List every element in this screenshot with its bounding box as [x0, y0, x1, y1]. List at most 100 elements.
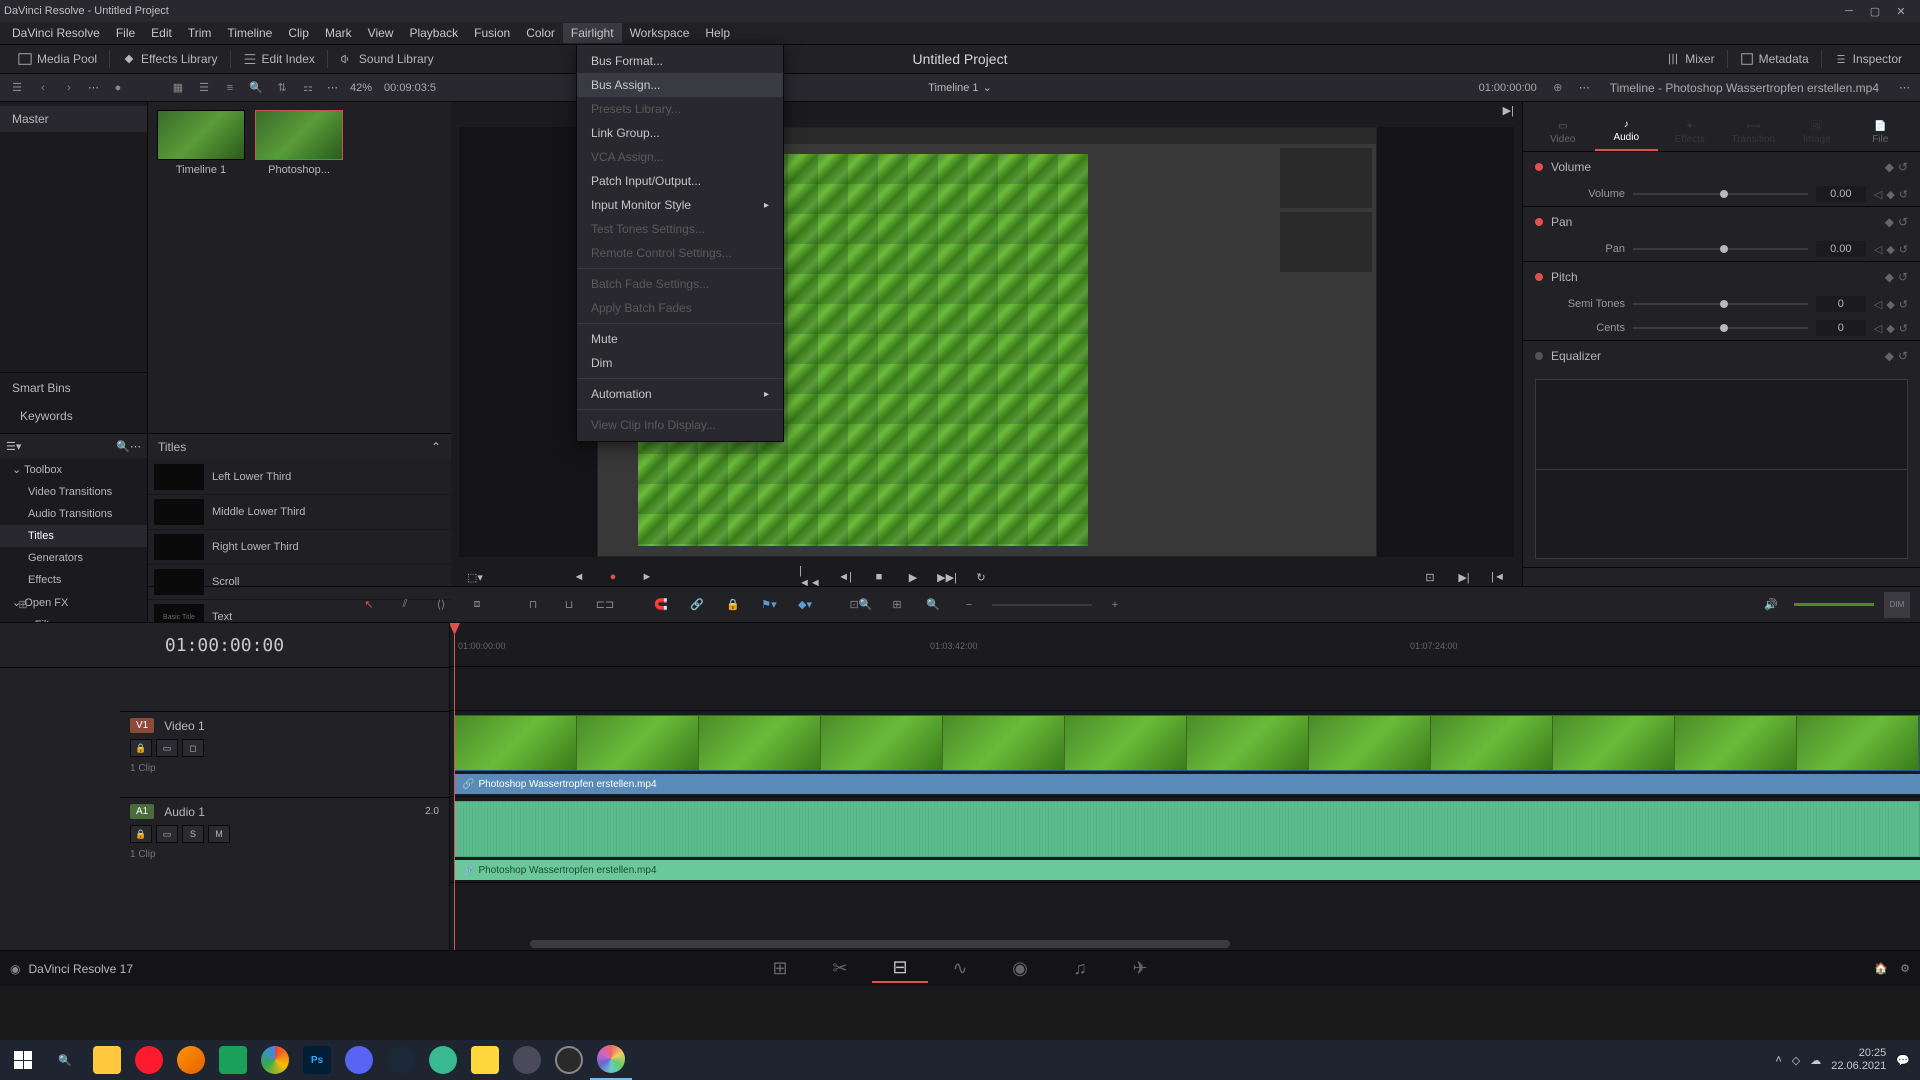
menu-edit[interactable]: Edit — [143, 23, 180, 43]
menu-item[interactable]: Automation▸ — [577, 382, 783, 406]
blade-tool-icon[interactable]: ⧈ — [464, 592, 490, 618]
page-edit[interactable]: ⊟ — [872, 955, 928, 983]
menu-fairlight[interactable]: Fairlight — [563, 23, 622, 43]
playhead-icon[interactable]: ● — [601, 565, 625, 589]
opera-icon[interactable] — [128, 1040, 170, 1080]
video-track[interactable]: 🔗Photoshop Wassertropfen erstellen.mp4 — [450, 711, 1920, 797]
video-track-header[interactable]: V1 Video 1 🔒 ▭ ◻ 1 Clip — [120, 711, 449, 797]
notifications-icon[interactable]: 💬 — [1896, 1054, 1910, 1067]
fx-tree-item[interactable]: Audio Transitions — [0, 503, 147, 525]
inspector-tab-video[interactable]: ▭Video — [1531, 115, 1595, 151]
dynamic-trim-icon[interactable]: ⟨⟩ — [428, 592, 454, 618]
record-icon[interactable]: ● — [107, 77, 129, 99]
maximize-icon[interactable]: ▢ — [1868, 4, 1882, 18]
keyframe-icon[interactable]: ◆ — [1885, 270, 1894, 284]
prev-marker-icon[interactable]: |◄ — [1486, 565, 1510, 589]
selection-tool-icon[interactable]: ↖ — [356, 592, 382, 618]
track-lock-icon[interactable]: 🔒 — [130, 825, 152, 843]
tl-opts-icon[interactable]: ⊞ — [884, 592, 910, 618]
keyframe-icon[interactable]: ◆ — [1886, 188, 1894, 201]
menu-item[interactable]: Patch Input/Output... — [577, 169, 783, 193]
edit-index-toggle[interactable]: Edit Index — [233, 48, 325, 70]
equalizer-graph[interactable] — [1535, 379, 1908, 559]
nav-prev-icon[interactable]: ‹ — [32, 77, 54, 99]
keyframe-icon[interactable]: ◆ — [1886, 298, 1894, 311]
minimize-icon[interactable]: ─ — [1842, 4, 1856, 18]
audio-clip[interactable] — [454, 801, 1920, 857]
menu-color[interactable]: Color — [518, 23, 563, 43]
link-icon[interactable]: 🔗 — [684, 592, 710, 618]
page-cut[interactable]: ✂ — [812, 955, 868, 983]
menu-help[interactable]: Help — [697, 23, 738, 43]
timeline-scrollbar[interactable] — [450, 938, 1920, 950]
keyframe-icon[interactable]: ◆ — [1886, 243, 1894, 256]
fx-tree-item[interactable]: Effects — [0, 569, 147, 591]
chrome-icon[interactable] — [254, 1040, 296, 1080]
value-field[interactable]: 0.00 — [1816, 241, 1866, 257]
mixer-toggle[interactable]: Mixer — [1656, 48, 1724, 70]
page-media[interactable]: ⊞ — [752, 955, 808, 983]
app4-icon[interactable] — [548, 1040, 590, 1080]
bin-view-icon[interactable]: ☰ — [6, 77, 28, 99]
smart-bin-keywords[interactable]: Keywords — [0, 403, 147, 429]
fx-tree-item[interactable]: ⌄ Toolbox — [0, 458, 147, 481]
fx-tree-item[interactable]: Generators — [0, 547, 147, 569]
menu-trim[interactable]: Trim — [180, 23, 220, 43]
keyframe-icon[interactable]: ◆ — [1885, 215, 1894, 229]
slider[interactable] — [1633, 327, 1808, 329]
start-button[interactable] — [2, 1040, 44, 1080]
keyframe-prev-icon[interactable]: ◁ — [1874, 322, 1882, 335]
section-header[interactable]: Pitch◆↺ — [1523, 262, 1920, 292]
slider[interactable] — [1633, 303, 1808, 305]
fx-tree-item[interactable]: Video Transitions — [0, 481, 147, 503]
opt1-icon[interactable]: ⊡ — [1418, 565, 1442, 589]
playhead[interactable] — [454, 623, 455, 950]
discord-icon[interactable] — [338, 1040, 380, 1080]
resolve-taskbar-icon[interactable] — [590, 1040, 632, 1080]
inspector-tab-audio[interactable]: ♪Audio — [1595, 113, 1659, 151]
next-edit-icon[interactable]: ► — [635, 565, 659, 589]
keyframe-icon[interactable]: ◆ — [1885, 160, 1894, 174]
menu-item[interactable]: Bus Format... — [577, 49, 783, 73]
metadata-toggle[interactable]: Metadata — [1730, 48, 1819, 70]
tray-cloud-icon[interactable]: ☁ — [1810, 1054, 1821, 1067]
solo-button[interactable]: S — [182, 825, 204, 843]
reset-icon[interactable]: ↺ — [1898, 160, 1908, 174]
volume-slider[interactable] — [1794, 603, 1874, 606]
steam-icon[interactable] — [380, 1040, 422, 1080]
track-disable-icon[interactable]: ◻ — [182, 739, 204, 757]
trim-tool-icon[interactable]: ⫽ — [392, 592, 418, 618]
photoshop-icon[interactable]: Ps — [296, 1040, 338, 1080]
strip-view-icon[interactable]: ☰ — [193, 77, 215, 99]
lock-icon[interactable]: 🔒 — [720, 592, 746, 618]
page-color[interactable]: ◉ — [992, 955, 1048, 983]
match-frame-icon[interactable]: ⬚▾ — [463, 565, 487, 589]
replace-icon[interactable]: ⊏⊐ — [592, 592, 618, 618]
mute-button[interactable]: M — [208, 825, 230, 843]
menu-view[interactable]: View — [360, 23, 402, 43]
media-thumb[interactable]: Photoshop... — [254, 110, 344, 176]
effects-library-toggle[interactable]: Effects Library — [112, 48, 227, 70]
app2-icon[interactable] — [422, 1040, 464, 1080]
keyframe-prev-icon[interactable]: ◁ — [1874, 188, 1882, 201]
inspector-tab-file[interactable]: 📄File — [1849, 115, 1913, 151]
zoom-tool-icon[interactable]: 🔍 — [920, 592, 946, 618]
menu-clip[interactable]: Clip — [280, 23, 317, 43]
reset-icon[interactable]: ↺ — [1898, 215, 1908, 229]
home-icon[interactable]: 🏠 — [1874, 962, 1888, 975]
audio-track-header[interactable]: A1 Audio 1 2.0 🔒 ▭ S M 1 Clip — [120, 797, 449, 883]
stop-icon[interactable]: ■ — [867, 565, 891, 589]
fx-search-icon[interactable]: 🔍 — [116, 440, 130, 453]
menu-file[interactable]: File — [108, 23, 143, 43]
search-taskbar-icon[interactable]: 🔍 — [44, 1040, 86, 1080]
firefox-icon[interactable] — [170, 1040, 212, 1080]
keyframe-icon[interactable]: ◆ — [1886, 322, 1894, 335]
keyframe-next-icon[interactable]: ↺ — [1899, 243, 1908, 256]
keyframe-icon[interactable]: ◆ — [1885, 349, 1894, 363]
title-preset[interactable]: Middle Lower Third — [148, 495, 451, 530]
page-fairlight[interactable]: ♫ — [1052, 955, 1108, 983]
page-fusion[interactable]: ∿ — [932, 955, 988, 983]
track-view-icon[interactable]: ▭ — [156, 739, 178, 757]
play-icon[interactable]: ▶ — [901, 565, 925, 589]
section-header[interactable]: Pan◆↺ — [1523, 207, 1920, 237]
